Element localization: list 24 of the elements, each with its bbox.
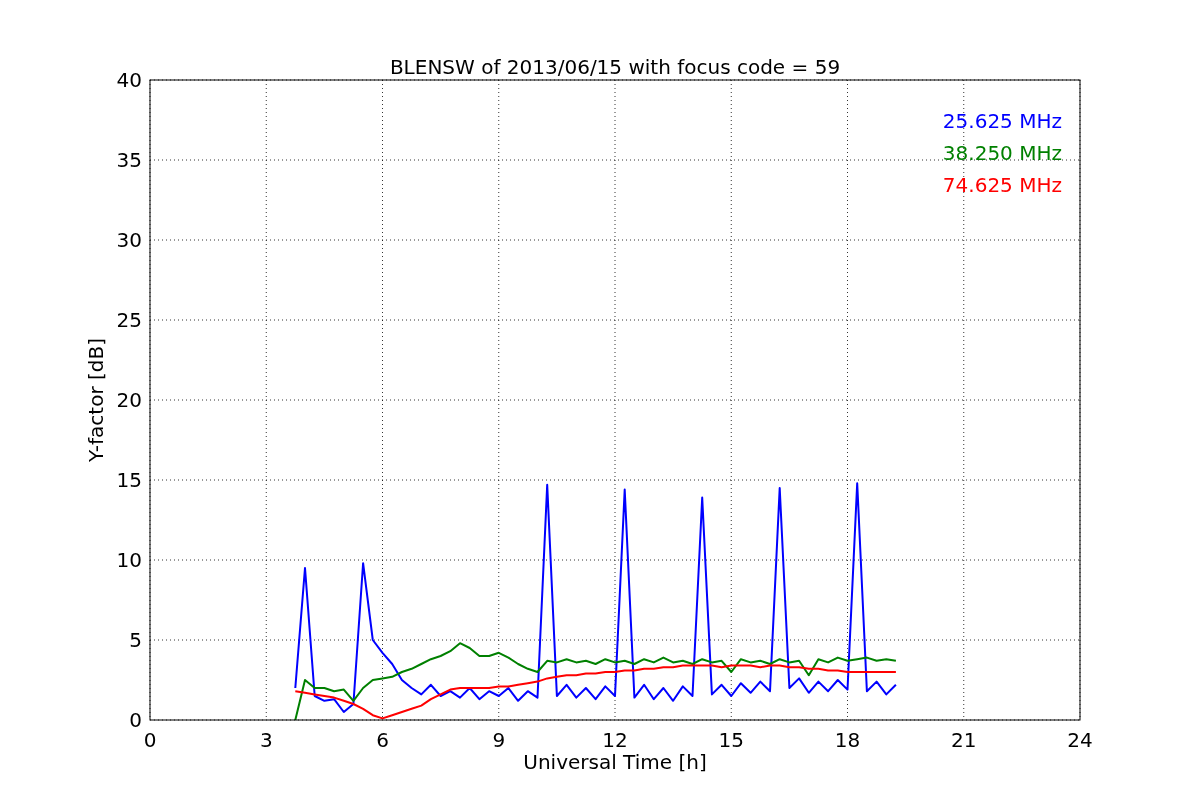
- tick-label: 20: [116, 388, 142, 412]
- y-axis-label: Y-factor [dB]: [84, 338, 108, 462]
- tick-label: 25: [116, 308, 142, 332]
- tick-label: 5: [129, 628, 142, 652]
- tick-label: 0: [143, 728, 157, 752]
- tick-label: 9: [492, 728, 506, 752]
- tick-label: 21: [951, 728, 977, 752]
- tick-label: 40: [116, 68, 142, 92]
- chart-title: BLENSW of 2013/06/15 with focus code = 59: [389, 55, 841, 79]
- tick-label: 30: [116, 228, 142, 252]
- tick-label: 3: [259, 728, 273, 752]
- tick-label: 6: [376, 728, 389, 752]
- tick-label: 15: [116, 468, 142, 492]
- tick-label: 24: [1067, 728, 1093, 752]
- legend-label: 25.625 MHz: [942, 109, 1062, 133]
- legend-label: 38.250 MHz: [942, 141, 1062, 165]
- tick-label: 10: [116, 548, 142, 572]
- tick-label: 35: [116, 148, 142, 172]
- x-axis-label: Universal Time [h]: [523, 750, 707, 774]
- tick-label: 12: [602, 728, 628, 752]
- tick-label: 0: [129, 708, 142, 732]
- tick-label: 18: [834, 728, 861, 752]
- legend-label: 74.625 MHz: [942, 173, 1062, 197]
- tick-label: 15: [718, 728, 744, 752]
